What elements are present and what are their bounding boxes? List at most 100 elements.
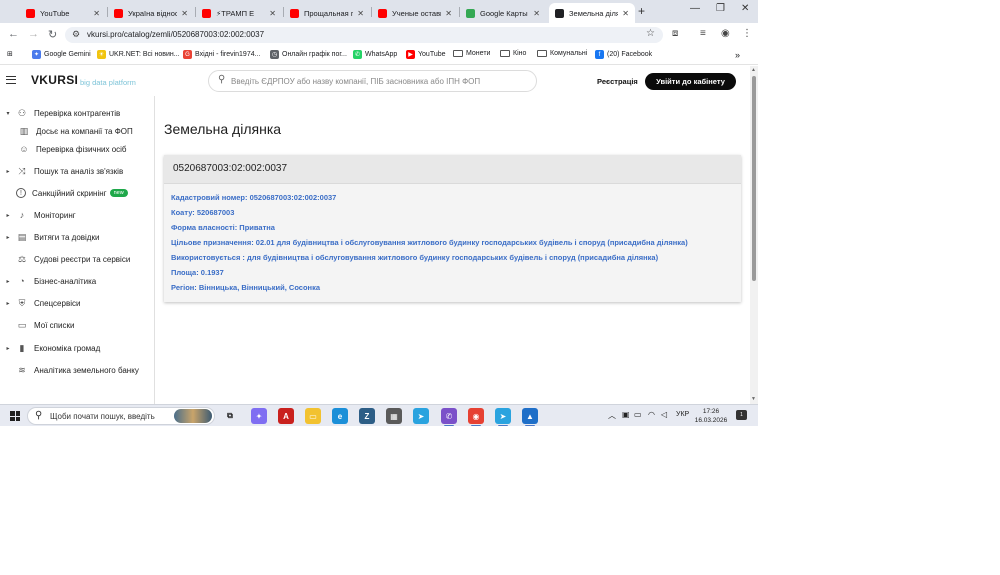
pdf-icon[interactable]: A (278, 408, 294, 424)
bookmark-item[interactable]: Монети (453, 50, 490, 57)
scroll-down-icon[interactable]: ▼ (751, 396, 756, 402)
scroll-up-icon[interactable]: ▲ (751, 67, 756, 73)
sidebar-item[interactable]: ▸ ♪ Моніторинг (4, 208, 75, 222)
close-window-button[interactable]: ✕ (741, 3, 749, 14)
sidebar-item[interactable]: ▸ ▤ Витяги та довідки (4, 230, 99, 244)
windows-taskbar: ⚲ Щоби почати пошук, введіть ⧉ ✦ A ▭ e Z ▦ ➤ ✆ ◉ ➤… (0, 404, 758, 426)
bookmark-item[interactable]: ☀ UKR.NET: Всі новин... (97, 50, 180, 59)
back-icon[interactable]: ← (8, 28, 19, 40)
tab-close-icon[interactable]: ✕ (269, 9, 276, 18)
calendar-icon: ◷ (270, 50, 279, 59)
menu-burger-icon[interactable] (6, 76, 16, 84)
tab-favicon-icon (202, 8, 211, 18)
browser-tab[interactable]: Google Карты ✕ (460, 3, 546, 23)
register-link[interactable]: Реєстрація (597, 77, 638, 86)
browser-tab[interactable]: Земельна ділян✕ (549, 3, 635, 23)
viber-icon[interactable]: ✆ (441, 408, 457, 426)
reload-icon[interactable]: ↻ (48, 28, 57, 41)
wifi-icon[interactable]: ◠ (648, 410, 655, 419)
edge-icon[interactable]: e (332, 408, 348, 424)
search-input[interactable] (231, 75, 531, 88)
sidebar-item[interactable]: ▭ Мої списки (4, 318, 75, 332)
bookmark-item[interactable]: Кіно (500, 50, 526, 57)
profile-icon[interactable]: ◉ (721, 28, 730, 39)
minimize-button[interactable]: — (690, 3, 700, 14)
menu-kebab-icon[interactable]: ⋮ (742, 28, 752, 39)
card-field-row: Кадастровий номер: 0520687003:02:002:003… (171, 193, 337, 202)
login-button[interactable]: Увійти до кабінету (645, 73, 736, 90)
scrollbar-thumb[interactable] (752, 76, 756, 281)
sidebar-item[interactable]: ▾ ⚇ Перевірка контрагентів (4, 106, 120, 120)
tab-close-icon[interactable]: ✕ (533, 9, 540, 18)
tab-title: ⚡ТРАМП Е (216, 8, 255, 18)
sidebar-item[interactable]: ▸ ▮ Економіка громад (4, 341, 100, 355)
tab-favicon-icon (26, 8, 35, 18)
sidebar-item-label: Мої списки (34, 320, 75, 330)
tab-title: Земельна ділян (569, 8, 619, 18)
browser-tab[interactable]: Україна відносл✕ (108, 3, 194, 23)
bookmarks-more-button[interactable]: » (735, 50, 740, 60)
sidebar-item[interactable]: ▸ ◔ Бізнес-аналітика (4, 274, 96, 288)
bookmark-star-icon[interactable]: ☆ (646, 28, 655, 39)
telegram-2-icon[interactable]: ➤ (495, 408, 511, 426)
clock[interactable]: 17:26 16.03.2026 (692, 407, 730, 425)
new-tab-button[interactable]: + (638, 4, 645, 18)
page-scrollbar[interactable]: ▲ ▼ (750, 66, 758, 404)
tab-close-icon[interactable]: ✕ (357, 9, 364, 18)
site-logo[interactable]: VKURSI (31, 73, 78, 87)
taskbar-search[interactable]: ⚲ Щоби почати пошук, введіть (27, 407, 215, 425)
browser-tab[interactable]: Прощальная гал✕ (284, 3, 370, 23)
tab-favicon-icon (114, 8, 123, 18)
photos-icon[interactable]: ▲ (522, 408, 538, 426)
windows-start-icon[interactable] (10, 411, 20, 421)
notifications-icon[interactable]: 1 (736, 410, 747, 420)
extensions-icon[interactable]: ⧈ (672, 28, 678, 39)
sidebar-item[interactable]: ≋ Аналітика земельного банку (4, 363, 139, 377)
volume-icon[interactable]: ◁ (661, 410, 667, 419)
tray-app-icon[interactable]: ▣ (622, 410, 630, 419)
bookmark-item[interactable]: ✆ WhatsApp (353, 50, 397, 59)
explorer-icon[interactable]: ▭ (305, 408, 321, 424)
forward-icon[interactable]: → (28, 28, 39, 40)
browser-tab[interactable]: ⚡ТРАМП Е ✕ (196, 3, 282, 23)
taskview-icon[interactable]: ⧉ (222, 408, 238, 424)
sidebar-item[interactable]: ▸ ⛨ Спецсервіси (4, 296, 80, 310)
calculator-icon[interactable]: ▦ (386, 408, 402, 424)
tab-close-icon[interactable]: ✕ (622, 9, 629, 18)
bookmark-item[interactable]: ✦ Google Gemini (32, 50, 91, 59)
tab-close-icon[interactable]: ✕ (445, 9, 452, 18)
restore-button[interactable]: ❐ (716, 3, 725, 14)
browser-tab[interactable]: YouTube ✕ (20, 3, 106, 23)
web-page: VKURSI big data platform ⚲ Реєстрація Ув… (0, 66, 758, 404)
bookmark-label: Онлайн графік пог... (282, 51, 347, 58)
company-search[interactable]: ⚲ (208, 70, 537, 92)
chrome-icon[interactable]: ◉ (468, 408, 484, 426)
bookmark-item[interactable]: f (20) Facebook (595, 50, 652, 59)
tray-expand-icon[interactable]: ︿ (608, 410, 616, 421)
sidebar-item[interactable]: ⚖ Судові реєстри та сервіси (4, 252, 130, 266)
telegram-icon[interactable]: ➤ (413, 408, 429, 424)
address-bar[interactable]: ⚙ vkursi.pro/catalog/zemli/0520687003:02… (65, 27, 663, 43)
sidebar-item[interactable]: ☺ Перевірка фізичних осіб (14, 142, 126, 156)
site-info-icon[interactable]: ⚙ (72, 29, 80, 40)
apps-grid-icon[interactable]: ⊞ (7, 50, 13, 58)
taskbar-search-icon: ⚲ (35, 410, 43, 421)
sidebar-item[interactable]: ! Санкційний скринінг new (4, 186, 128, 200)
tab-close-icon[interactable]: ✕ (93, 9, 100, 18)
bookmark-item[interactable]: ▶ YouTube (406, 50, 446, 59)
sidebar-item-label: Досьє на компанії та ФОП (36, 126, 133, 136)
sidebar: ▾ ⚇ Перевірка контрагентів ▥ Досьє на компан… (0, 96, 155, 404)
tab-close-icon[interactable]: ✕ (181, 9, 188, 18)
sidebar-item[interactable]: ▸ ⤨ Пошук та аналіз зв'язків (4, 164, 123, 178)
language-indicator[interactable]: УКР (676, 411, 689, 418)
z-app-icon[interactable]: Z (359, 408, 375, 424)
bookmark-item[interactable]: G Вхідні - firevin1974... (183, 50, 260, 59)
bookmark-item[interactable]: ◷ Онлайн графік пог... (270, 50, 347, 59)
clock-date: 16.03.2026 (694, 417, 728, 424)
browser-tab[interactable]: Ученые оставил ✕ (372, 3, 458, 23)
media-controls-icon[interactable]: ≡ (700, 28, 706, 39)
sidebar-item[interactable]: ▥ Досьє на компанії та ФОП (14, 124, 133, 138)
battery-icon[interactable]: ▭ (634, 410, 642, 419)
bookmark-item[interactable]: Комунальні (537, 50, 587, 57)
copilot-icon[interactable]: ✦ (251, 408, 267, 424)
